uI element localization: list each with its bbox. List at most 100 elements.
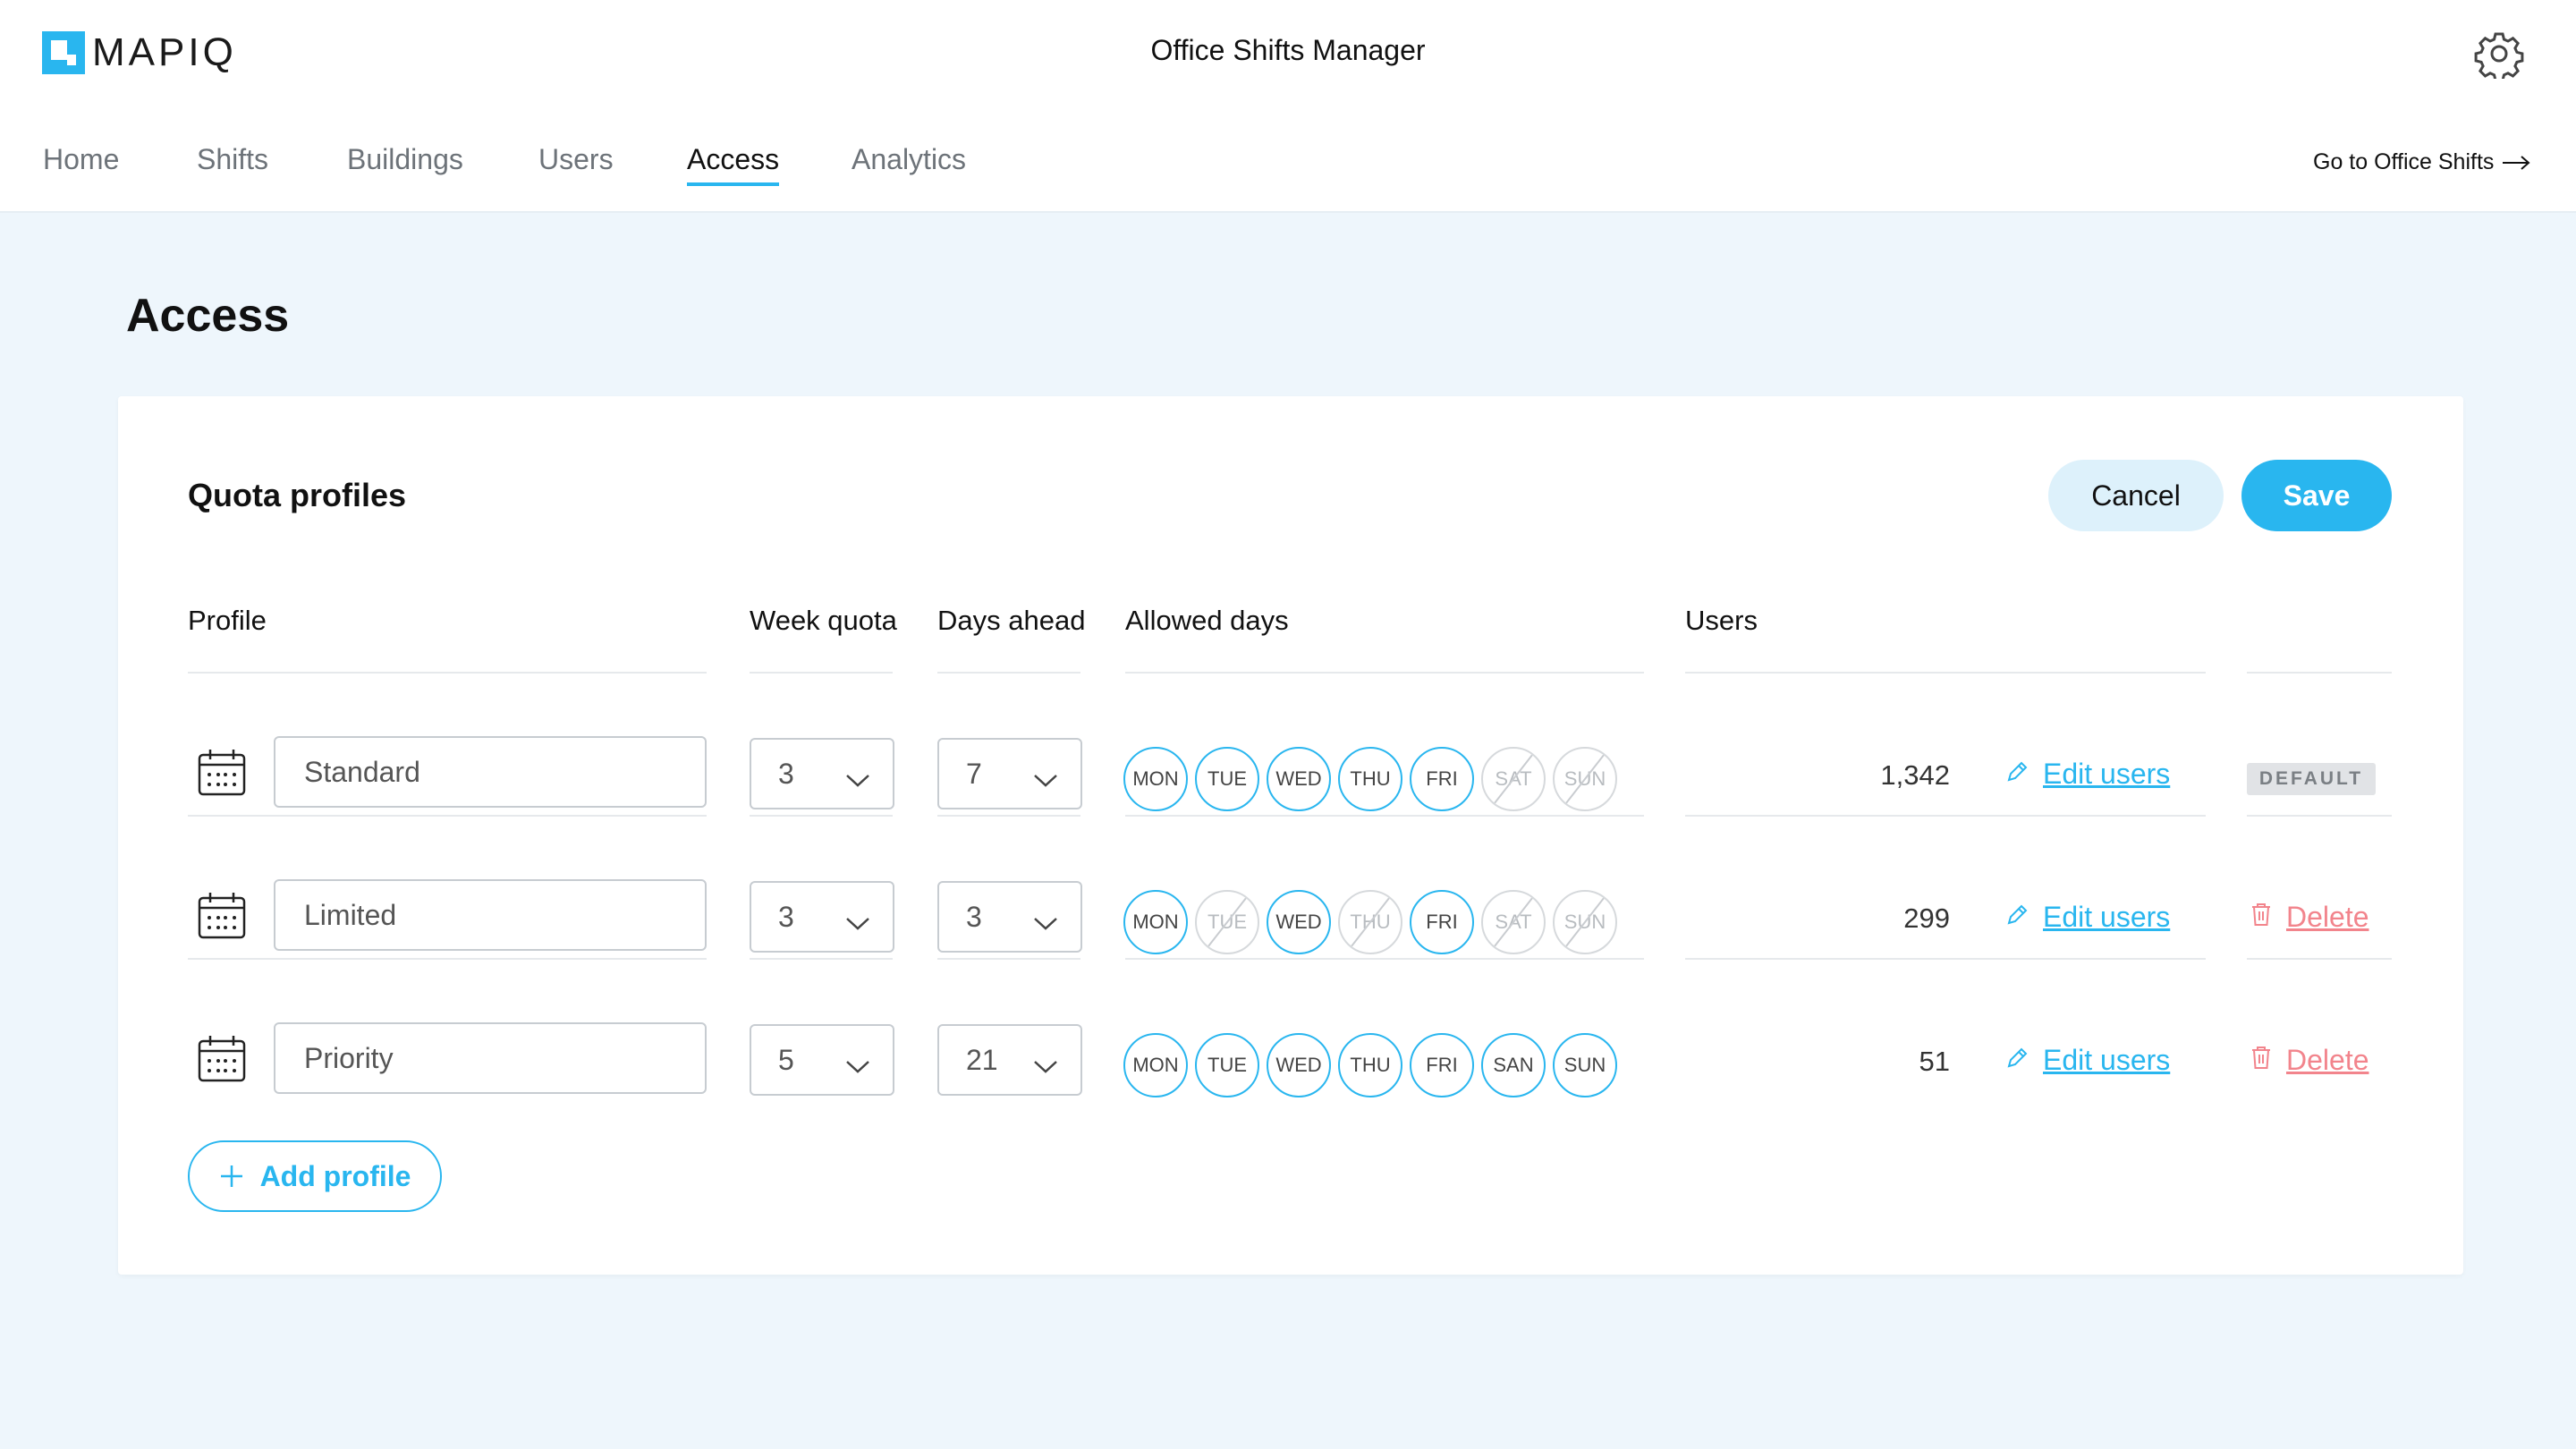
week-quota-value: 5	[778, 1043, 794, 1076]
day-toggle-sat[interactable]: SAT	[1481, 890, 1546, 954]
column-header-days-ahead: Days ahead	[937, 605, 1086, 636]
day-toggle-mon[interactable]: MON	[1123, 890, 1188, 954]
section-title: Quota profiles	[188, 477, 407, 513]
day-toggle-san[interactable]: SAN	[1481, 1033, 1546, 1097]
divider	[1125, 672, 1644, 674]
divider	[1685, 815, 2206, 817]
divider	[1685, 958, 2206, 960]
user-count: 299	[1903, 902, 1950, 934]
day-toggle-sat[interactable]: SAT	[1481, 747, 1546, 811]
divider	[188, 958, 707, 960]
pencil-icon	[2005, 758, 2043, 791]
trash-icon	[2250, 901, 2286, 934]
day-toggle-wed[interactable]: WED	[1267, 747, 1331, 811]
gear-icon[interactable]	[2474, 29, 2524, 79]
day-toggle-thu[interactable]: THU	[1338, 1033, 1402, 1097]
profile-name-input[interactable]: Standard	[274, 736, 707, 808]
add-profile-label: Add profile	[259, 1159, 411, 1192]
days-ahead-select[interactable]: 21	[937, 1024, 1082, 1096]
allowed-days: MON TUE WED THU FRI SAN SUN	[1123, 1033, 1624, 1099]
day-toggle-thu[interactable]: THU	[1338, 890, 1402, 954]
day-toggle-sun[interactable]: SUN	[1553, 890, 1617, 954]
day-toggle-thu[interactable]: THU	[1338, 747, 1402, 811]
user-count: 51	[1919, 1046, 1950, 1077]
calendar-icon	[197, 747, 247, 797]
day-toggle-fri[interactable]: FRI	[1410, 890, 1474, 954]
divider	[1685, 672, 2206, 674]
divider	[937, 672, 1080, 674]
chevron-down-icon	[844, 1049, 871, 1082]
week-quota-select[interactable]: 3	[750, 881, 894, 953]
delete-profile-link[interactable]: Delete	[2250, 901, 2369, 934]
divider	[937, 815, 1080, 817]
edit-users-link[interactable]: Edit users	[2005, 758, 2170, 791]
divider	[1125, 958, 1644, 960]
week-quota-select[interactable]: 3	[750, 738, 894, 809]
cancel-button[interactable]: Cancel	[2048, 460, 2224, 531]
chevron-down-icon	[844, 763, 871, 796]
quota-profiles-card: Quota profiles Cancel Save Profile Week …	[118, 396, 2463, 1275]
day-toggle-tue[interactable]: TUE	[1195, 1033, 1259, 1097]
save-button[interactable]: Save	[2241, 460, 2392, 531]
edit-users-label: Edit users	[2043, 1044, 2171, 1076]
delete-label: Delete	[2286, 1044, 2369, 1076]
day-toggle-sun[interactable]: SUN	[1553, 1033, 1617, 1097]
week-quota-select[interactable]: 5	[750, 1024, 894, 1096]
edit-users-label: Edit users	[2043, 901, 2171, 933]
allowed-days: MON TUE WED THU FRI SAT SUN	[1123, 890, 1624, 956]
divider	[750, 672, 893, 674]
days-ahead-select[interactable]: 7	[937, 738, 1082, 809]
day-toggle-sun[interactable]: SUN	[1553, 747, 1617, 811]
nav-analytics[interactable]: Analytics	[852, 143, 966, 188]
plus-icon	[220, 1165, 242, 1187]
delete-profile-link[interactable]: Delete	[2250, 1044, 2369, 1077]
allowed-days: MON TUE WED THU FRI SAT SUN	[1123, 747, 1624, 813]
table-row: Standard 3 7 MON TUE WED THU FRI SAT SUN 1,342 Edit…	[118, 708, 2463, 851]
nav-buildings[interactable]: Buildings	[347, 143, 463, 188]
chevron-down-icon	[844, 906, 871, 939]
go-to-office-shifts-label: Go to Office Shifts	[2313, 149, 2495, 174]
chevron-down-icon	[1032, 763, 1059, 796]
default-badge: DEFAULT	[2247, 763, 2376, 795]
day-toggle-wed[interactable]: WED	[1267, 1033, 1331, 1097]
day-toggle-fri[interactable]: FRI	[1410, 1033, 1474, 1097]
divider	[937, 958, 1080, 960]
day-toggle-wed[interactable]: WED	[1267, 890, 1331, 954]
days-ahead-select[interactable]: 3	[937, 881, 1082, 953]
day-toggle-fri[interactable]: FRI	[1410, 747, 1474, 811]
nav-users[interactable]: Users	[538, 143, 614, 188]
divider	[1125, 815, 1644, 817]
edit-users-link[interactable]: Edit users	[2005, 901, 2170, 934]
days-ahead-value: 7	[966, 757, 982, 790]
divider	[750, 958, 893, 960]
edit-users-link[interactable]: Edit users	[2005, 1044, 2170, 1077]
divider	[188, 672, 707, 674]
day-toggle-tue[interactable]: TUE	[1195, 890, 1259, 954]
day-toggle-mon[interactable]: MON	[1123, 1033, 1188, 1097]
calendar-icon	[197, 1033, 247, 1083]
add-profile-button[interactable]: Add profile	[188, 1140, 442, 1212]
user-count: 1,342	[1880, 759, 1950, 791]
profile-name-input[interactable]: Limited	[274, 879, 707, 951]
pencil-icon	[2005, 1044, 2043, 1077]
delete-label: Delete	[2286, 901, 2369, 933]
pencil-icon	[2005, 901, 2043, 934]
divider	[750, 815, 893, 817]
divider	[2247, 672, 2392, 674]
column-header-users: Users	[1685, 605, 1758, 636]
app-title: Office Shifts Manager	[1150, 34, 1426, 66]
go-to-office-shifts-link[interactable]: Go to Office Shifts	[2313, 149, 2531, 175]
profile-name-input[interactable]: Priority	[274, 1022, 707, 1094]
table-row: Limited 3 3 MON TUE WED THU FRI SAT SUN 299 Edit us…	[118, 851, 2463, 994]
day-toggle-tue[interactable]: TUE	[1195, 747, 1259, 811]
week-quota-value: 3	[778, 900, 794, 933]
chevron-down-icon	[1032, 1049, 1059, 1082]
chevron-down-icon	[1032, 906, 1059, 939]
nav-home[interactable]: Home	[43, 143, 119, 188]
days-ahead-value: 21	[966, 1043, 998, 1076]
nav-access[interactable]: Access	[687, 143, 780, 188]
top-bar: MAPIQ Office Shifts Manager Home Shifts …	[0, 0, 2576, 213]
week-quota-value: 3	[778, 757, 794, 790]
day-toggle-mon[interactable]: MON	[1123, 747, 1188, 811]
nav-shifts[interactable]: Shifts	[197, 143, 268, 188]
